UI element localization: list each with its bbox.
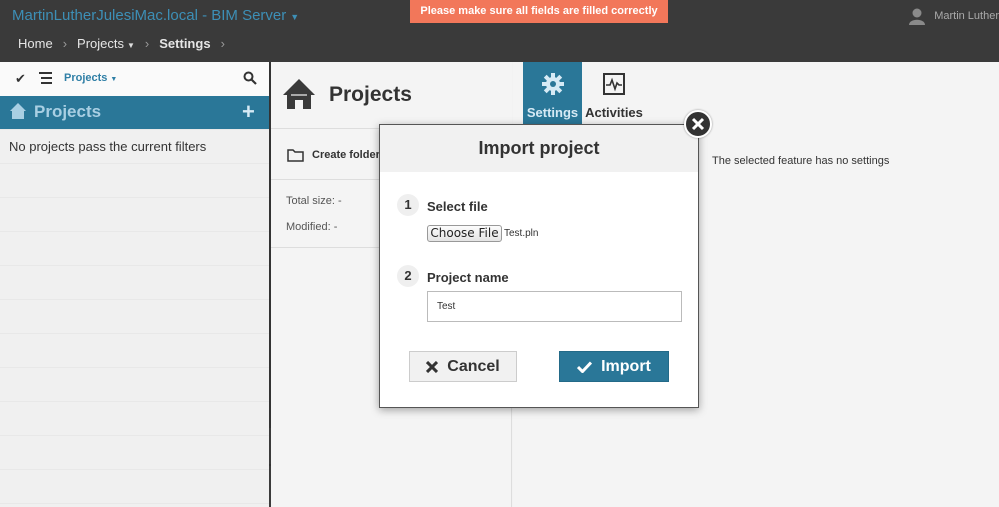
user-avatar-icon <box>909 8 926 25</box>
dialog-title: Import project <box>478 138 600 158</box>
projects-filter-dropdown[interactable]: Projects ▼ <box>64 72 117 84</box>
breadcrumb-settings[interactable]: Settings <box>159 36 210 51</box>
validation-toast: Please make sure all fields are filled c… <box>410 0 668 23</box>
breadcrumb: Home › Projects ▼ › Settings › <box>18 35 235 51</box>
project-list-panel: ✔ Projects ▼ Projects + No projects pass … <box>0 62 269 507</box>
add-project-button[interactable]: + <box>242 99 255 125</box>
chevron-down-icon: ▼ <box>110 76 118 83</box>
projects-header-title: Projects <box>34 102 102 121</box>
breadcrumb-projects-label: Projects <box>77 35 124 51</box>
house-icon <box>10 103 26 119</box>
select-file-label: Select file <box>427 199 488 214</box>
detail-title: Projects <box>329 83 412 106</box>
cancel-button[interactable]: Cancel <box>409 351 517 382</box>
search-icon[interactable] <box>243 71 257 85</box>
tab-activities-label: Activities <box>585 105 643 120</box>
tab-settings[interactable]: Settings <box>523 62 582 124</box>
house-icon <box>283 79 315 109</box>
create-folder-label: Create folder <box>312 149 380 161</box>
chevron-down-icon: ▼ <box>290 12 300 22</box>
list-icon[interactable] <box>39 72 52 84</box>
detail-header: Projects <box>271 62 512 129</box>
breadcrumb-home[interactable]: Home <box>18 36 53 51</box>
step-1-badge: 1 <box>397 194 419 216</box>
projects-header: Projects + <box>0 96 269 129</box>
close-icon <box>691 117 705 131</box>
import-project-dialog: Import project 1 Select file Choose File… <box>379 124 699 408</box>
import-label: Import <box>601 357 651 375</box>
no-settings-text: The selected feature has no settings <box>712 155 890 167</box>
chevron-right-icon: › <box>144 35 150 51</box>
project-name-input[interactable]: Test <box>427 291 682 322</box>
folder-icon <box>287 149 304 162</box>
chevron-right-icon: › <box>62 35 68 51</box>
choose-file-button[interactable]: Choose File <box>427 225 502 242</box>
project-name-label: Project name <box>427 270 509 285</box>
step-2-badge: 2 <box>397 265 419 287</box>
user-menu[interactable]: Martin Luther <box>908 7 999 25</box>
selected-file-name: Test.pln <box>504 228 539 239</box>
feature-tabs: Settings Activities <box>513 62 999 124</box>
tab-settings-label: Settings <box>526 105 579 120</box>
checkmark-icon[interactable]: ✔ <box>15 71 26 87</box>
gear-icon <box>541 73 564 95</box>
server-title-menu[interactable]: MartinLutherJulesiMac.local - BIM Server… <box>12 7 299 24</box>
activity-icon <box>603 73 625 95</box>
server-title: MartinLutherJulesiMac.local - BIM Server <box>12 7 287 24</box>
breadcrumb-projects[interactable]: Projects ▼ <box>77 36 135 51</box>
checkmark-icon <box>577 360 593 373</box>
dialog-header: Import project <box>380 125 698 172</box>
top-bar: MartinLutherJulesiMac.local - BIM Server… <box>0 0 999 62</box>
close-dialog-button[interactable] <box>684 110 712 138</box>
total-size: Total size: - <box>286 195 342 207</box>
chevron-down-icon: ▼ <box>127 40 135 50</box>
cancel-label: Cancel <box>447 357 500 375</box>
empty-state-text: No projects pass the current filters <box>9 139 207 154</box>
import-button[interactable]: Import <box>559 351 669 382</box>
close-icon <box>426 360 439 373</box>
left-toolbar: ✔ Projects ▼ <box>0 62 269 96</box>
user-name: Martin Luther <box>934 10 999 22</box>
chevron-right-icon: › <box>220 35 225 51</box>
tab-activities[interactable]: Activities <box>584 62 644 124</box>
modified-date: Modified: - <box>286 221 338 233</box>
projects-filter-label: Projects <box>64 72 108 84</box>
